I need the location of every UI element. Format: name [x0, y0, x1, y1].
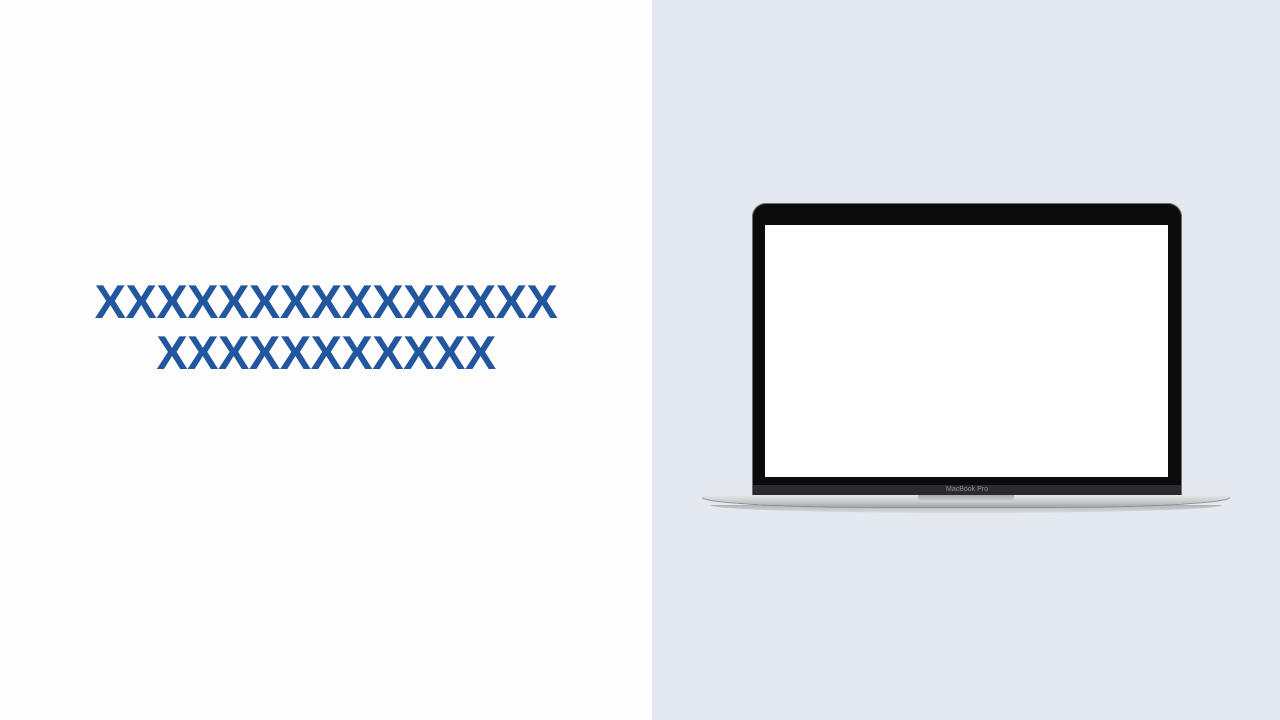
left-panel: XXXXXXXXXXXXXXX XXXXXXXXXXX: [0, 0, 652, 720]
slide-title: XXXXXXXXXXXXXXX XXXXXXXXXXX: [0, 276, 652, 378]
slide: XXXXXXXXXXXXXXX XXXXXXXXXXX MacBook Pro: [0, 0, 1280, 720]
title-line-1: XXXXXXXXXXXXXXX: [94, 275, 558, 328]
laptop-opening-notch: [918, 495, 1014, 502]
laptop-brand-label: MacBook Pro: [945, 486, 989, 493]
laptop-mockup-image: MacBook Pro: [702, 203, 1230, 515]
right-panel: MacBook Pro: [652, 0, 1280, 720]
laptop-screen: [765, 225, 1168, 477]
title-line-2: XXXXXXXXXXX: [156, 326, 496, 379]
laptop-lid: [752, 203, 1182, 495]
